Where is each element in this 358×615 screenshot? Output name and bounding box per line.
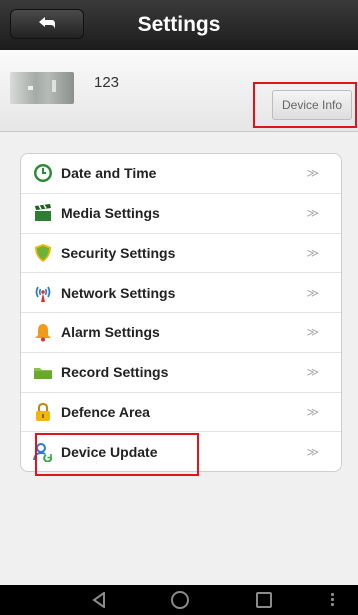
page-title: Settings: [137, 13, 221, 36]
device-thumbnail[interactable]: [10, 72, 74, 104]
menu-item-label: Network Settings: [61, 284, 176, 301]
menu-item-label: Device Update: [61, 444, 158, 461]
menu-item-security-settings[interactable]: Security Settings ≫: [21, 234, 341, 274]
antenna-icon: [33, 283, 53, 303]
nav-menu-icon[interactable]: [331, 593, 335, 607]
user-update-icon: [33, 442, 53, 463]
lock-icon: [33, 402, 53, 422]
menu-item-media-settings[interactable]: Media Settings ≫: [21, 194, 341, 234]
menu-item-network-settings[interactable]: Network Settings ≫: [21, 273, 341, 313]
chevron-right-icon: ≫: [306, 325, 319, 340]
nav-back-icon[interactable]: [92, 592, 106, 608]
menu-item-label: Alarm Settings: [61, 324, 160, 341]
menu-item-defence-area[interactable]: Defence Area ≫: [21, 393, 341, 433]
chevron-right-icon: ≫: [306, 166, 319, 181]
menu-item-record-settings[interactable]: Record Settings ≫: [21, 353, 341, 393]
top-bar: Settings: [0, 0, 358, 50]
menu-item-label: Defence Area: [61, 403, 150, 420]
nav-recent-icon[interactable]: [256, 592, 272, 608]
bell-icon: [33, 322, 53, 342]
chevron-right-icon: ≫: [306, 206, 319, 221]
folder-icon: [33, 362, 53, 382]
menu-item-alarm-settings[interactable]: Alarm Settings ≫: [21, 313, 341, 353]
clapperboard-icon: [33, 203, 53, 223]
menu-item-label: Security Settings: [61, 244, 176, 261]
menu-item-date-time[interactable]: Date and Time ≫: [21, 154, 341, 194]
shield-icon: [33, 243, 53, 263]
menu-item-label: Record Settings: [61, 364, 169, 381]
device-info-button[interactable]: Device Info: [272, 90, 352, 120]
chevron-right-icon: ≫: [306, 245, 319, 260]
clock-icon: [33, 163, 53, 183]
chevron-right-icon: ≫: [306, 365, 319, 380]
menu-item-label: Date and Time: [61, 165, 157, 182]
nav-home-icon[interactable]: [171, 591, 189, 609]
menu-item-device-update[interactable]: Device Update ≫: [21, 432, 341, 471]
device-name: 123: [94, 74, 120, 91]
chevron-right-icon: ≫: [306, 445, 319, 460]
chevron-right-icon: ≫: [306, 404, 319, 419]
settings-menu: Date and Time ≫ Media Settings ≫ Securit…: [20, 153, 342, 472]
menu-item-label: Media Settings: [61, 205, 160, 222]
system-nav-bar: [0, 585, 358, 615]
chevron-right-icon: ≫: [306, 285, 319, 300]
